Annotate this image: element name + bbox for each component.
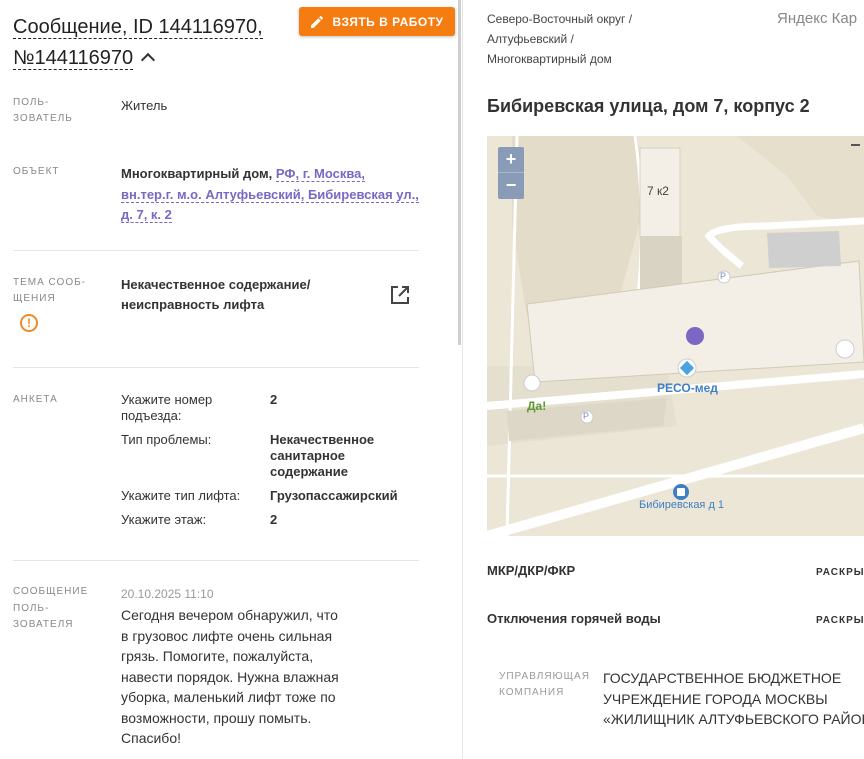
management-company-value: ГОСУДАРСТВЕННОЕ БЮДЖЕТНОЕ УЧРЕЖДЕНИЕ ГОР… bbox=[603, 668, 864, 730]
title-line-2: №144116970 bbox=[13, 47, 134, 70]
survey-answer-line: Некачественное bbox=[270, 432, 375, 447]
chevron-up-icon[interactable] bbox=[141, 52, 156, 68]
message-line: уборка, маленький лифт тоже по bbox=[121, 689, 336, 705]
message-line: грязь. Помогите, пожалуйста, bbox=[121, 648, 314, 664]
map[interactable]: 7 к2 РЕСО-мед Да! Бибиревская д 1 P P + … bbox=[487, 136, 864, 536]
survey-answer: 2 bbox=[270, 512, 278, 527]
expand-mkr-link[interactable]: РАСКРЫТЬ bbox=[816, 567, 864, 578]
management-company-label-line: УПРАВЛЯЮЩАЯ bbox=[499, 671, 590, 682]
topic-label-line-2: ЩЕНИЯ bbox=[13, 293, 56, 304]
message-text: Сегодня вечером обнаружил, что в грузово… bbox=[121, 605, 343, 749]
breadcrumb-item[interactable]: Многоквартирный дом bbox=[487, 52, 612, 66]
survey-question-line: Укажите номер bbox=[121, 392, 213, 407]
message-line: Сегодня вечером обнаружил, что bbox=[121, 607, 338, 623]
breadcrumb: Северо-Восточный округ / Алтуфьевский / … bbox=[487, 9, 632, 69]
object-address-link-3[interactable]: д. 7, к. 2 bbox=[121, 207, 172, 223]
take-to-work-button[interactable]: ВЗЯТЬ В РАБОТУ bbox=[299, 7, 455, 36]
zoom-in-button[interactable]: + bbox=[498, 147, 524, 172]
message-date: 20.10.2025 11:10 bbox=[121, 587, 214, 601]
panel-divider bbox=[462, 0, 463, 759]
parking-icon: P bbox=[720, 271, 727, 281]
right-panel: Северо-Восточный округ / Алтуфьевский / … bbox=[464, 0, 864, 759]
topic-line-2: неисправность лифта bbox=[121, 297, 265, 312]
object-address-link-1[interactable]: РФ, г. Москва, bbox=[275, 166, 366, 182]
topic-line-1: Некачественное содержание/ bbox=[121, 277, 311, 292]
layers-icon[interactable] bbox=[851, 144, 860, 155]
user-label: ПОЛЬ- ЗОВАТЕЛЬ bbox=[13, 95, 73, 127]
survey-answer-line: санитарное bbox=[270, 448, 346, 463]
user-value: Житель bbox=[121, 98, 168, 113]
management-company-line: «ЖИЛИЩНИК АЛТУФЬЕВСКОГО РАЙОНА» bbox=[603, 711, 864, 727]
survey-question: Укажите тип лифта: bbox=[121, 488, 241, 503]
breadcrumb-item[interactable]: Алтуфьевский / bbox=[487, 32, 574, 46]
divider bbox=[13, 560, 419, 561]
management-company-line: ГОСУДАРСТВЕННОЕ БЮДЖЕТНОЕ bbox=[603, 670, 842, 686]
left-scrollbar[interactable] bbox=[458, 0, 461, 345]
survey-answer: 2 bbox=[270, 392, 278, 407]
message-line: навести порядок. Нужна влажная bbox=[121, 668, 339, 685]
message-line: возможности, прошу помыть. bbox=[121, 709, 312, 726]
survey-answer: Некачественное санитарное содержание bbox=[270, 432, 420, 480]
left-panel: Сообщение, ID 144116970, №144116970 ВЗЯТ… bbox=[0, 0, 458, 759]
map-canvas bbox=[487, 136, 864, 536]
take-to-work-label: ВЗЯТЬ В РАБОТУ bbox=[332, 14, 444, 29]
message-label-line-2: ПОЛЬ- bbox=[13, 602, 50, 614]
warning-circle-icon: ! bbox=[20, 314, 38, 332]
management-company-label: УПРАВЛЯЮЩАЯ КОМПАНИЯ bbox=[499, 669, 590, 701]
address-title: Бибиревская улица, дом 7, корпус 2 bbox=[487, 96, 810, 116]
survey-answer: Грузопассажирский bbox=[270, 488, 398, 503]
survey-answer-line: содержание bbox=[270, 464, 348, 479]
poi-da[interactable]: Да! bbox=[527, 399, 546, 413]
poi-reso-med[interactable]: РЕСО-мед bbox=[657, 381, 718, 395]
survey-question: Тип проблемы: bbox=[121, 432, 212, 447]
message-line: в грузовос лифте очень сильная bbox=[121, 627, 333, 644]
zoom-control: + − bbox=[498, 147, 524, 199]
object-marker[interactable] bbox=[686, 327, 704, 345]
parking-icon: P bbox=[583, 411, 590, 421]
survey-label: АНКЕТА bbox=[13, 394, 58, 405]
user-label-line-2: ЗОВАТЕЛЬ bbox=[13, 113, 73, 124]
section-mkr: МКР/ДКР/ФКР bbox=[487, 563, 576, 578]
message-line: Спасибо! bbox=[121, 730, 181, 746]
message-label: СООБЩЕНИЕ ПОЛЬ- ЗОВАТЕЛЯ bbox=[13, 584, 88, 634]
yandex-maps-link[interactable]: Яндекс Кар bbox=[777, 10, 857, 27]
topic-value: Некачественное содержание/ неисправность… bbox=[121, 275, 381, 315]
topic-label: ТЕМА СООБ- ЩЕНИЯ bbox=[13, 275, 86, 307]
survey-question-line: подъезда: bbox=[121, 408, 182, 423]
management-company-line: УЧРЕЖДЕНИЕ ГОРОДА МОСКВЫ bbox=[603, 690, 828, 707]
divider bbox=[13, 250, 419, 251]
user-label-line-1: ПОЛЬ- bbox=[13, 97, 50, 108]
building-label: 7 к2 bbox=[647, 184, 669, 198]
bus-stop-label[interactable]: Бибиревская д 1 bbox=[639, 499, 724, 511]
object-address-link-2[interactable]: вн.тер.г. м.о. Алтуфьевский, Бибиревская… bbox=[121, 186, 419, 203]
expand-hot-water-link[interactable]: РАСКРЫТЬ bbox=[816, 615, 864, 626]
management-company-label-line: КОМПАНИЯ bbox=[499, 687, 565, 698]
message-label-line-1: СООБЩЕНИЕ bbox=[13, 586, 89, 597]
topic-label-line-1: ТЕМА СООБ- bbox=[13, 277, 87, 288]
section-hot-water: Отключения горячей воды bbox=[487, 611, 661, 626]
zoom-out-button[interactable]: − bbox=[498, 172, 524, 198]
object-label: ОБЪЕКТ bbox=[13, 166, 60, 177]
object-type: Многоквартирный дом, bbox=[121, 166, 273, 181]
object-value: Многоквартирный дом, РФ, г. Москва, вн.т… bbox=[121, 164, 431, 226]
pencil-icon bbox=[311, 15, 324, 28]
message-label-line-3: ЗОВАТЕЛЯ bbox=[13, 619, 74, 630]
title-line-1: Сообщение, ID 144116970, bbox=[13, 16, 263, 39]
open-external-icon[interactable] bbox=[390, 285, 410, 305]
divider bbox=[13, 367, 419, 368]
page-title[interactable]: Сообщение, ID 144116970, №144116970 bbox=[13, 12, 303, 74]
survey-question: Укажите номер подъезда: bbox=[121, 392, 261, 424]
survey-question: Укажите этаж: bbox=[121, 512, 207, 527]
breadcrumb-item[interactable]: Северо-Восточный округ / bbox=[487, 12, 632, 26]
